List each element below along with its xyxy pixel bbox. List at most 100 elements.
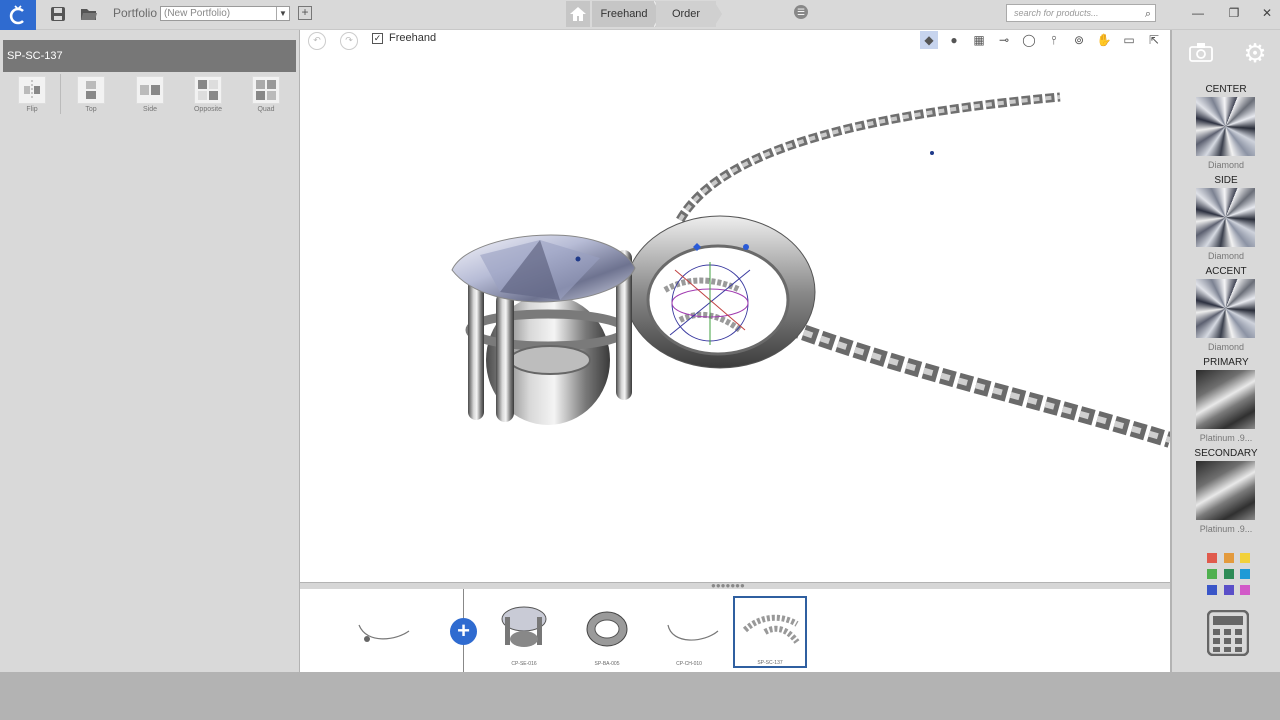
image-icon[interactable]: ▭ (1120, 31, 1138, 49)
portfolio-select[interactable]: (New Portfolio) ▼ (160, 6, 290, 21)
home-icon[interactable] (566, 1, 590, 27)
color-swatch[interactable] (1207, 585, 1217, 595)
top-button[interactable]: Top (73, 76, 109, 113)
tray-item-chain[interactable]: CP-CH-010 (652, 595, 726, 667)
maximize-button[interactable]: ❐ (1225, 4, 1243, 22)
primary-metal-swatch[interactable] (1196, 370, 1255, 429)
add-portfolio-button[interactable]: + (298, 6, 312, 20)
material-name-primary: Platinum .9... (1199, 433, 1253, 443)
gear-icon[interactable]: ⚙ (1242, 40, 1268, 66)
quad-button[interactable]: Quad (248, 76, 284, 113)
undo-button[interactable]: ↶ (308, 32, 326, 50)
jewelry-model-render[interactable] (300, 30, 1170, 582)
secondary-metal-swatch[interactable] (1196, 461, 1255, 520)
item-menu-icon[interactable]: ☰ (794, 5, 808, 19)
left-panel: SP-SC-137 Flip Top Side Opposite Quad (0, 30, 299, 673)
quad-label: Quad (257, 106, 275, 113)
component-tray: + CP-SE-016 SP-BA-005 CP-CH-010 SP-SC-13… (300, 589, 1170, 672)
status-bar (0, 672, 1280, 720)
side-stone-swatch[interactable] (1196, 188, 1255, 247)
tray-item-necklace[interactable] (347, 595, 421, 667)
chain-thumbnail-icon (667, 624, 719, 641)
color-swatch[interactable] (1224, 553, 1234, 563)
measure-icon[interactable]: ⊸ (995, 31, 1013, 49)
opposite-label: Opposite (193, 106, 223, 113)
color-swatch[interactable] (1240, 585, 1250, 595)
color-swatch[interactable] (1224, 569, 1234, 579)
quad-icon (252, 76, 280, 104)
center-stone-swatch[interactable] (1196, 97, 1255, 156)
ring-icon[interactable]: ◯ (1020, 31, 1038, 49)
grid-icon[interactable]: ▦ (970, 31, 988, 49)
setting-thumbnail-icon (501, 606, 547, 647)
material-name-center: Diamond (1207, 160, 1245, 170)
3d-viewport[interactable]: ↶ ↷ ✓ Freehand ◆ ● ▦ ⊸ ◯ ⫯ ⊚ ✋ ▭ ⇱ (300, 30, 1170, 582)
material-name-side: Diamond (1207, 251, 1245, 261)
calculator-icon[interactable] (1206, 609, 1250, 657)
gem-view-icon[interactable]: ◆ (920, 31, 938, 49)
tray-item-scroll-selected[interactable]: SP-SC-137 (733, 596, 807, 668)
tray-item-setting[interactable]: CP-SE-016 (487, 595, 561, 667)
tray-item-bail[interactable]: SP-BA-005 (570, 595, 644, 667)
opposite-button[interactable]: Opposite (190, 76, 226, 113)
hand-icon[interactable]: ✋ (1095, 31, 1113, 49)
close-button[interactable]: ✕ (1258, 4, 1276, 22)
color-swatch[interactable] (1240, 569, 1250, 579)
portfolio-label: Portfolio (113, 6, 158, 20)
right-panel: ⚙ CENTER Diamond SIDE Diamond ACCENT Dia… (1172, 30, 1280, 673)
tray-item-label: SP-BA-005 (594, 661, 620, 667)
bail-icon[interactable]: ⫯ (1045, 31, 1063, 49)
top-icon (77, 76, 105, 104)
camera-icon[interactable] (1189, 42, 1213, 62)
opposite-icon (194, 76, 222, 104)
tray-item-label: CP-CH-010 (676, 661, 702, 667)
material-caption-primary: PRIMARY (1203, 357, 1249, 368)
flip-label: Flip (26, 106, 38, 113)
color-swatch[interactable] (1240, 553, 1250, 563)
material-caption-center: CENTER (1205, 84, 1247, 95)
export-icon[interactable]: ⇱ (1145, 31, 1163, 49)
ring-size-icon[interactable]: ⊚ (1070, 31, 1088, 49)
material-name-secondary: Platinum .9... (1199, 524, 1253, 534)
open-folder-icon[interactable] (79, 5, 99, 23)
tray-item-label: CP-SE-016 (511, 661, 537, 667)
necklace-thumbnail-icon (358, 624, 410, 642)
tool-separator (60, 74, 61, 114)
app-logo-icon[interactable] (0, 0, 36, 32)
sphere-icon[interactable]: ● (945, 31, 963, 49)
chevron-down-icon: ▼ (276, 7, 289, 20)
material-caption-secondary: SECONDARY (1194, 448, 1258, 459)
redo-button[interactable]: ↷ (340, 32, 358, 50)
tray-item-label: SP-SC-137 (757, 660, 783, 666)
color-swatch[interactable] (1207, 569, 1217, 579)
top-label: Top (85, 106, 97, 113)
search-input[interactable]: search for products... ⌕ (1006, 4, 1156, 22)
breadcrumb-order[interactable]: Order (656, 1, 716, 27)
bail-thumbnail-icon (586, 611, 628, 647)
material-name-accent: Diamond (1207, 342, 1245, 352)
color-swatch[interactable] (1207, 553, 1217, 563)
search-placeholder: search for products... (1014, 8, 1099, 18)
side-button[interactable]: Side (132, 76, 168, 113)
accent-stone-swatch[interactable] (1196, 279, 1255, 338)
portfolio-select-value: (New Portfolio) (164, 8, 231, 19)
side-label: Side (142, 106, 157, 113)
flip-button[interactable]: Flip (14, 76, 50, 113)
breadcrumb-end (714, 1, 722, 27)
search-icon[interactable]: ⌕ (1145, 6, 1151, 22)
save-icon[interactable] (48, 5, 68, 23)
minimize-button[interactable]: — (1189, 4, 1207, 22)
breadcrumb-freehand[interactable]: Freehand (592, 1, 656, 27)
color-palette (1207, 553, 1259, 601)
color-swatch[interactable] (1224, 585, 1234, 595)
add-component-button[interactable]: + (450, 618, 477, 645)
scroll-thumbnail-icon (742, 614, 800, 644)
flip-icon (18, 76, 46, 104)
material-caption-accent: ACCENT (1205, 266, 1247, 277)
material-caption-side: SIDE (1214, 175, 1238, 186)
top-bar: Portfolio (New Portfolio) ▼ + Freehand O… (0, 0, 1280, 32)
side-icon (136, 76, 164, 104)
freehand-label: Freehand (389, 32, 437, 44)
freehand-checkbox[interactable]: ✓ (372, 33, 383, 44)
breadcrumb: Freehand Order (566, 1, 726, 27)
